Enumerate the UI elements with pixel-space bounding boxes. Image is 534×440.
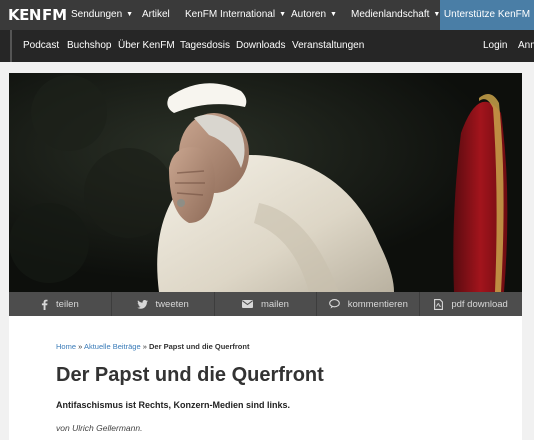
hero-image bbox=[9, 73, 522, 292]
subnav-item-downloads[interactable]: Downloads bbox=[236, 30, 285, 62]
caret-down-icon: ▼ bbox=[279, 11, 286, 18]
breadcrumb-separator: » bbox=[78, 342, 83, 351]
share-label: teilen bbox=[56, 298, 79, 310]
share-mail-button[interactable]: mailen bbox=[215, 292, 318, 316]
support-kenfm-button[interactable]: Unterstütze KenFM bbox=[440, 0, 534, 30]
nav-label: Medienlandschaft bbox=[351, 9, 430, 20]
subnav-item-ueber-kenfm[interactable]: Über KenFM bbox=[118, 30, 175, 62]
logo-text-fm: FM bbox=[41, 6, 68, 24]
share-label: pdf download bbox=[451, 298, 508, 310]
share-bar: teilen tweeten mailen kommentieren pdf d… bbox=[9, 292, 522, 316]
share-twitter-button[interactable]: tweeten bbox=[112, 292, 215, 316]
nav-item-sendungen[interactable]: Sendungen ▼ bbox=[71, 0, 133, 30]
nav-label: KenFM International bbox=[185, 9, 276, 20]
article-author: von Ulrich Gellermann. bbox=[56, 423, 143, 433]
share-label: kommentieren bbox=[347, 298, 408, 310]
comment-icon bbox=[328, 299, 340, 309]
subnav-item-podcast[interactable]: Podcast bbox=[23, 30, 59, 62]
share-label: mailen bbox=[260, 298, 289, 310]
nav-divider bbox=[10, 30, 12, 62]
subnav-item-veranstaltungen[interactable]: Veranstaltungen bbox=[292, 30, 364, 62]
top-navigation: KEN FM Sendungen ▼ Artikel KenFM Internat… bbox=[0, 0, 534, 30]
caret-down-icon: ▼ bbox=[126, 11, 134, 18]
article-content: Home » Aktuelle Beiträge » Der Papst und… bbox=[9, 316, 522, 440]
breadcrumb-home-link[interactable]: Home bbox=[56, 342, 76, 351]
subnav-item-tagesdosis[interactable]: Tagesdosis bbox=[180, 30, 230, 62]
article-subtitle: Antifaschismus ist Rechts, Konzern-Medie… bbox=[56, 400, 291, 410]
nav-label: Artikel bbox=[142, 9, 170, 20]
subnav-item-buchshop[interactable]: Buchshop bbox=[67, 30, 111, 62]
login-link[interactable]: Login bbox=[483, 30, 507, 62]
caret-down-icon: ▼ bbox=[330, 11, 337, 18]
pdf-icon bbox=[434, 298, 444, 310]
breadcrumb-category-link[interactable]: Aktuelle Beiträge bbox=[84, 342, 141, 351]
nav-item-kenfm-international[interactable]: KenFM International ▼ bbox=[185, 0, 286, 30]
nav-item-autoren[interactable]: Autoren ▼ bbox=[291, 0, 337, 30]
share-facebook-button[interactable]: teilen bbox=[9, 292, 112, 316]
nav-item-artikel[interactable]: Artikel bbox=[142, 0, 170, 30]
secondary-navigation: Podcast Buchshop Über KenFM Tagesdosis D… bbox=[0, 30, 534, 62]
share-label: tweeten bbox=[155, 298, 189, 310]
register-link[interactable]: Anm bbox=[518, 30, 534, 62]
pdf-download-button[interactable]: pdf download bbox=[420, 292, 522, 316]
breadcrumb-current: Der Papst und die Querfront bbox=[149, 342, 250, 351]
page-title: Der Papst und die Querfront bbox=[56, 364, 324, 386]
breadcrumb: Home » Aktuelle Beiträge » Der Papst und… bbox=[56, 342, 249, 351]
nav-label: Sendungen bbox=[71, 9, 123, 20]
twitter-icon bbox=[136, 299, 148, 309]
facebook-icon bbox=[41, 299, 48, 310]
mail-icon bbox=[241, 300, 253, 308]
nav-item-medienlandschaft[interactable]: Medienlandschaft ▼ bbox=[351, 0, 440, 30]
logo-text-ken: KEN bbox=[8, 6, 41, 24]
praying-pope-photo bbox=[9, 73, 522, 292]
nav-label: Autoren bbox=[291, 9, 327, 20]
kenfm-logo[interactable]: KEN FM bbox=[8, 4, 67, 26]
breadcrumb-separator: » bbox=[142, 342, 147, 351]
comment-button[interactable]: kommentieren bbox=[317, 292, 421, 316]
